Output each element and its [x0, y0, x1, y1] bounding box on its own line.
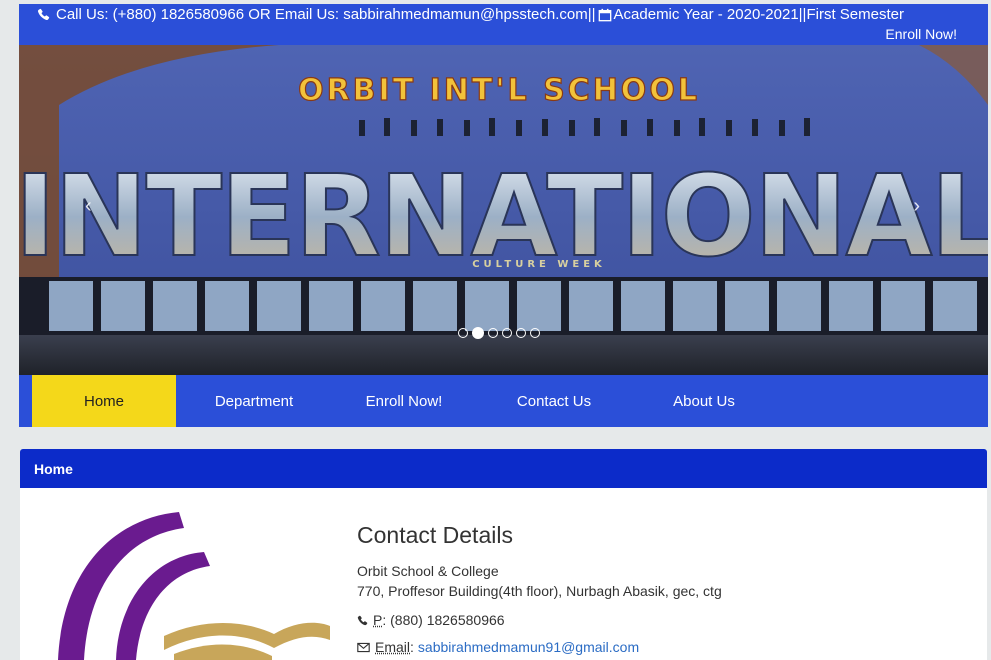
contact-text: Call Us: (+880) 1826580966 OR Email Us: …	[56, 6, 596, 23]
banner-sub-text: CULTURE WEEK	[472, 259, 606, 270]
address: 770, Proffesor Building(4th floor), Nurb…	[357, 583, 722, 599]
main-nav: Home Department Enroll Now! Contact Us A…	[19, 375, 988, 427]
banner-image: ORBIT INT'L SCHOOL INTERNATIONAL CULTURE…	[19, 45, 988, 375]
academic-year-text: Academic Year - 2020-2021||First Semeste…	[613, 6, 904, 23]
panel-title: Home	[34, 461, 73, 477]
carousel-indicator-4[interactable]	[502, 328, 512, 338]
page: Call Us: (+880) 1826580966 OR Email Us: …	[0, 0, 991, 660]
carousel-indicator-6[interactable]	[530, 328, 540, 338]
contact-details: Contact Details Orbit School & College 7…	[357, 522, 722, 655]
nav-item-enroll-now[interactable]: Enroll Now!	[329, 375, 479, 427]
calendar-icon	[598, 8, 612, 22]
email-separator: :	[410, 639, 414, 655]
phone-label: P	[373, 612, 383, 628]
carousel-next-control[interactable]: ›	[913, 195, 920, 218]
nav-item-contact-us[interactable]: Contact Us	[479, 375, 629, 427]
email-row: Email : sabbirahmedmamun91@gmail.com	[357, 639, 722, 655]
carousel-prev-control[interactable]: ‹	[85, 195, 92, 218]
phone-icon	[37, 8, 50, 21]
envelope-icon	[357, 642, 370, 653]
top-info-bar: Call Us: (+880) 1826580966 OR Email Us: …	[19, 4, 988, 45]
carousel-indicator-3[interactable]	[488, 328, 498, 338]
school-logo	[54, 510, 334, 660]
carousel-indicator-1[interactable]	[458, 328, 468, 338]
email-link[interactable]: sabbirahmedmamun91@gmail.com	[418, 639, 639, 655]
org-name: Orbit School & College	[357, 563, 499, 579]
phone-row: P : (880) 1826580966	[357, 612, 722, 628]
enroll-now-link[interactable]: Enroll Now!	[885, 26, 957, 42]
nav-item-home[interactable]: Home	[32, 375, 176, 427]
contact-heading: Contact Details	[357, 522, 513, 548]
banner-school-name: ORBIT INT'L SCHOOL	[298, 73, 700, 108]
carousel-indicator-2[interactable]	[472, 327, 484, 339]
carousel-indicator-5[interactable]	[516, 328, 526, 338]
phone-value: : (880) 1826580966	[382, 612, 505, 628]
carousel-indicators	[458, 327, 540, 339]
phone-icon	[357, 615, 368, 626]
image-carousel: ORBIT INT'L SCHOOL INTERNATIONAL CULTURE…	[19, 45, 988, 375]
nav-item-department[interactable]: Department	[179, 375, 329, 427]
panel-heading: Home	[20, 449, 987, 488]
nav-item-about-us[interactable]: About Us	[629, 375, 779, 427]
contact-info-line: Call Us: (+880) 1826580966 OR Email Us: …	[37, 6, 904, 23]
email-label: Email	[375, 639, 411, 655]
